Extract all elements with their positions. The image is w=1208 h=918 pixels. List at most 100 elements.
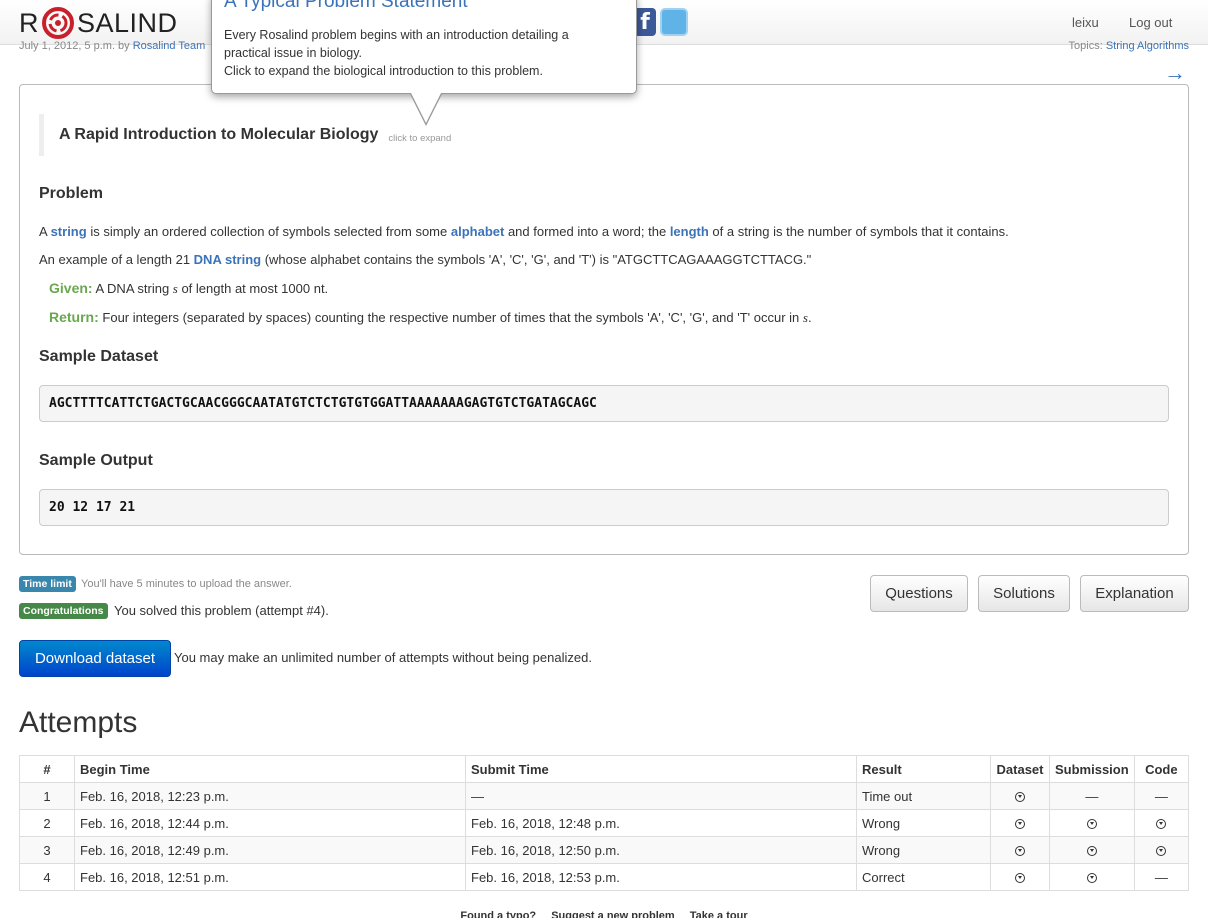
given-label: Given: bbox=[49, 280, 93, 296]
text: of length at most 1000 nt. bbox=[177, 281, 329, 296]
download-icon[interactable] bbox=[1156, 846, 1167, 857]
suggest-problem-link[interactable]: Suggest a new problem bbox=[551, 910, 674, 918]
glossary-link-dna-string[interactable]: DNA string bbox=[194, 252, 261, 267]
attempt-number: 2 bbox=[19, 809, 75, 837]
dataset-cell bbox=[990, 863, 1050, 891]
table-header-row: # Begin Time Submit Time Result Dataset … bbox=[19, 755, 1189, 783]
sample-output-heading: Sample Output bbox=[39, 452, 153, 469]
return-line: Return: Four integers (separated by spac… bbox=[49, 309, 812, 326]
logout-link[interactable]: Log out bbox=[1129, 15, 1172, 30]
next-problem-arrow-icon[interactable]: → bbox=[1164, 60, 1186, 86]
topics-meta: Topics: String Algorithms bbox=[1069, 40, 1189, 52]
report-typo-link[interactable]: Found a typo? bbox=[460, 910, 536, 918]
submission-cell bbox=[1049, 836, 1135, 864]
solutions-button[interactable]: Solutions bbox=[978, 575, 1070, 612]
text: Four integers (separated by spaces) coun… bbox=[98, 310, 803, 325]
username-link[interactable]: leixu bbox=[1072, 15, 1099, 30]
take-tour-link[interactable]: Take a tour bbox=[690, 910, 748, 918]
text: (whose alphabet contains the symbols 'A'… bbox=[261, 252, 812, 267]
problem-statement-box: A Rapid Introduction to Molecular Biolog… bbox=[19, 84, 1189, 555]
biology-intro-toggle[interactable]: A Rapid Introduction to Molecular Biolog… bbox=[39, 114, 451, 156]
glossary-link-alphabet[interactable]: alphabet bbox=[451, 224, 504, 239]
submit-time: Feb. 16, 2018, 12:50 p.m. bbox=[465, 836, 857, 864]
submission-cell: — bbox=[1049, 782, 1135, 810]
tooltip-body: Every Rosalind problem begins with an in… bbox=[224, 26, 624, 80]
download-icon[interactable] bbox=[1086, 873, 1097, 884]
tooltip-arrow-fill bbox=[411, 93, 441, 123]
time-limit-note: You'll have 5 minutes to upload the answ… bbox=[81, 578, 292, 590]
col-header: Dataset bbox=[990, 755, 1050, 783]
code-cell: — bbox=[1133, 782, 1189, 810]
problem-meta: July 1, 2012, 5 p.m. by Rosalind Team bbox=[19, 40, 205, 52]
tour-tooltip: A Typical Problem Statement Every Rosali… bbox=[211, 0, 637, 126]
code-cell: — bbox=[1133, 863, 1189, 891]
col-header: Submit Time bbox=[465, 755, 857, 783]
text: A bbox=[39, 224, 51, 239]
problem-heading: Problem bbox=[39, 185, 104, 202]
tooltip-title: A Typical Problem Statement bbox=[224, 0, 468, 12]
problem-paragraph-2: An example of a length 21 DNA string (wh… bbox=[39, 252, 811, 267]
download-icon[interactable] bbox=[1015, 792, 1025, 803]
download-icon[interactable] bbox=[1156, 819, 1167, 830]
code-cell bbox=[1133, 836, 1189, 864]
intro-title[interactable]: A Rapid Introduction to Molecular Biolog… bbox=[59, 126, 378, 144]
footer-links: Found a typo? Suggest a new problem Take… bbox=[0, 910, 1208, 918]
author-link[interactable]: Rosalind Team bbox=[133, 40, 206, 52]
attempts-note: You may make an unlimited number of atte… bbox=[174, 650, 592, 665]
topic-link[interactable]: String Algorithms bbox=[1106, 40, 1189, 52]
time-limit-badge: Time limit bbox=[19, 576, 76, 592]
dataset-cell bbox=[990, 836, 1050, 864]
attempts-heading: Attempts bbox=[19, 706, 138, 739]
begin-time: Feb. 16, 2018, 12:51 p.m. bbox=[74, 863, 466, 891]
download-icon[interactable] bbox=[1015, 819, 1025, 830]
table-row: 1 Feb. 16, 2018, 12:23 p.m. — Time out —… bbox=[19, 782, 1189, 810]
attempt-number: 3 bbox=[19, 836, 75, 864]
code-cell bbox=[1133, 809, 1189, 837]
table-row: 2 Feb. 16, 2018, 12:44 p.m. Feb. 16, 201… bbox=[19, 809, 1189, 837]
col-header: # bbox=[19, 755, 75, 783]
tooltip-line: practical issue in biology. bbox=[224, 46, 363, 60]
intro-hint: click to expand bbox=[388, 132, 452, 144]
download-icon[interactable] bbox=[1086, 846, 1097, 857]
submission-cell bbox=[1049, 863, 1135, 891]
download-icon[interactable] bbox=[1086, 819, 1097, 830]
attempt-number: 4 bbox=[19, 863, 75, 891]
questions-button[interactable]: Questions bbox=[870, 575, 968, 612]
tooltip-line: Click to expand the biological introduct… bbox=[224, 64, 543, 78]
col-header: Code bbox=[1133, 755, 1189, 783]
text: and formed into a word; the bbox=[504, 224, 670, 239]
given-line: Given: A DNA string s of length at most … bbox=[49, 280, 328, 297]
problem-paragraph-1: A string is simply an ordered collection… bbox=[39, 224, 1009, 239]
col-header: Begin Time bbox=[74, 755, 466, 783]
twitter-icon[interactable] bbox=[660, 8, 688, 36]
download-dataset-button[interactable]: Download dataset bbox=[19, 640, 171, 677]
submit-time: Feb. 16, 2018, 12:53 p.m. bbox=[465, 863, 857, 891]
text: . bbox=[807, 310, 812, 325]
attempt-number: 1 bbox=[19, 782, 75, 810]
result: Time out bbox=[856, 782, 991, 810]
tooltip-line: Every Rosalind problem begins with an in… bbox=[224, 28, 569, 42]
col-header: Submission bbox=[1049, 755, 1135, 783]
sample-dataset-code: AGCTTTTCATTCTGACTGCAACGGGCAATATGTCTCTGTG… bbox=[39, 385, 1169, 422]
text: is simply an ordered collection of symbo… bbox=[86, 224, 451, 239]
glossary-link-string[interactable]: string bbox=[51, 224, 87, 239]
download-icon[interactable] bbox=[1015, 846, 1025, 857]
logo-ring-icon bbox=[42, 7, 74, 39]
result: Wrong bbox=[856, 836, 991, 864]
download-icon[interactable] bbox=[1015, 873, 1025, 884]
glossary-link-length[interactable]: length bbox=[670, 224, 709, 239]
topics-label: Topics: bbox=[1068, 40, 1103, 52]
rosalind-logo[interactable]: R SALIND bbox=[19, 6, 178, 40]
facebook-icon[interactable]: f bbox=[634, 8, 656, 36]
posted-date: July 1, 2012, 5 p.m. by bbox=[19, 40, 130, 52]
submit-time: Feb. 16, 2018, 12:48 p.m. bbox=[465, 809, 857, 837]
submission-cell bbox=[1049, 809, 1135, 837]
dataset-cell bbox=[990, 809, 1050, 837]
col-header: Result bbox=[856, 755, 991, 783]
sample-output-code: 20 12 17 21 bbox=[39, 489, 1169, 526]
begin-time: Feb. 16, 2018, 12:44 p.m. bbox=[74, 809, 466, 837]
submit-time: — bbox=[465, 782, 857, 810]
result: Wrong bbox=[856, 809, 991, 837]
text: of a string is the number of symbols tha… bbox=[708, 224, 1009, 239]
explanation-button[interactable]: Explanation bbox=[1080, 575, 1189, 612]
